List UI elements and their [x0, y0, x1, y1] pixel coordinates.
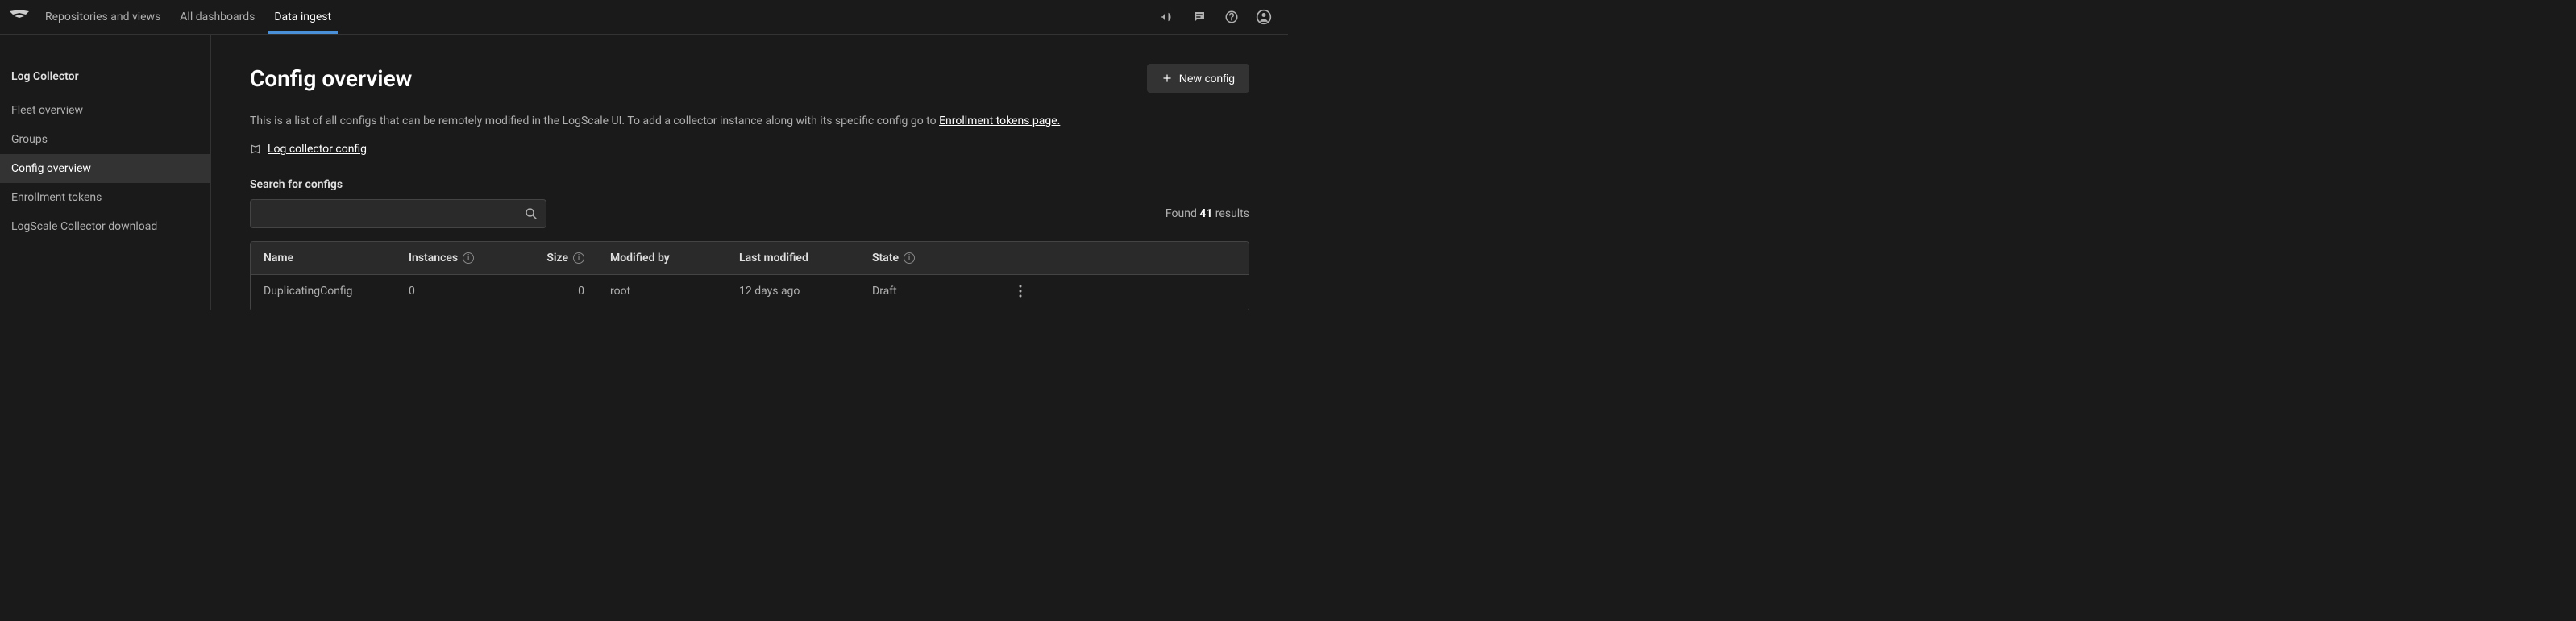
- column-header-modified-by[interactable]: Modified by: [597, 242, 726, 274]
- column-header-name[interactable]: Name: [251, 242, 396, 274]
- table-row[interactable]: DuplicatingConfig 0 0 root 12 days ago D…: [251, 275, 1249, 310]
- cell-name: DuplicatingConfig: [251, 275, 396, 310]
- table-header: Name Instances i Size i Modified by Last…: [251, 242, 1249, 275]
- search-label: Search for configs: [250, 178, 1249, 191]
- results-count-text: Found 41 results: [1165, 207, 1249, 220]
- cell-instances: 0: [396, 275, 529, 310]
- search-icon[interactable]: [524, 206, 538, 221]
- column-header-state[interactable]: State i: [859, 242, 1000, 274]
- sidebar-item-groups[interactable]: Groups: [0, 125, 210, 154]
- nav-dashboards[interactable]: All dashboards: [180, 1, 255, 33]
- sidebar-item-collector-download[interactable]: LogScale Collector download: [0, 212, 210, 241]
- info-icon[interactable]: i: [463, 252, 474, 264]
- column-header-last-modified[interactable]: Last modified: [726, 242, 859, 274]
- plus-icon: [1161, 73, 1173, 84]
- cell-state: Draft: [859, 275, 1000, 310]
- sidebar-item-fleet-overview[interactable]: Fleet overview: [0, 96, 210, 125]
- help-icon[interactable]: [1224, 9, 1240, 25]
- search-input[interactable]: [250, 199, 546, 228]
- sidebar-heading: Log Collector: [0, 64, 210, 90]
- sidebar-item-config-overview[interactable]: Config overview: [0, 154, 210, 183]
- sidebar-item-enrollment-tokens[interactable]: Enrollment tokens: [0, 183, 210, 212]
- chat-icon[interactable]: [1191, 9, 1207, 25]
- announcement-icon[interactable]: [1159, 9, 1175, 25]
- app-logo[interactable]: [6, 4, 32, 30]
- cell-size: 0: [529, 275, 597, 310]
- page-description: This is a list of all configs that can b…: [250, 112, 1249, 130]
- nav-repositories[interactable]: Repositories and views: [45, 1, 160, 33]
- info-icon[interactable]: i: [573, 252, 584, 264]
- info-icon[interactable]: i: [904, 252, 915, 264]
- cell-modified-by: root: [597, 275, 726, 310]
- enrollment-tokens-link[interactable]: Enrollment tokens page.: [939, 115, 1060, 127]
- new-config-label: New config: [1179, 72, 1235, 85]
- configs-table: Name Instances i Size i Modified by Last…: [250, 241, 1249, 310]
- column-header-instances[interactable]: Instances i: [396, 242, 529, 274]
- page-title: Config overview: [250, 65, 412, 92]
- new-config-button[interactable]: New config: [1147, 64, 1249, 93]
- cell-last-modified: 12 days ago: [726, 275, 859, 310]
- log-collector-config-link[interactable]: Log collector config: [268, 143, 367, 156]
- column-header-size[interactable]: Size i: [529, 242, 597, 274]
- row-actions-menu-icon[interactable]: [1019, 285, 1022, 301]
- book-icon: [250, 144, 261, 155]
- user-avatar-icon[interactable]: [1256, 9, 1272, 25]
- nav-data-ingest[interactable]: Data ingest: [274, 1, 331, 33]
